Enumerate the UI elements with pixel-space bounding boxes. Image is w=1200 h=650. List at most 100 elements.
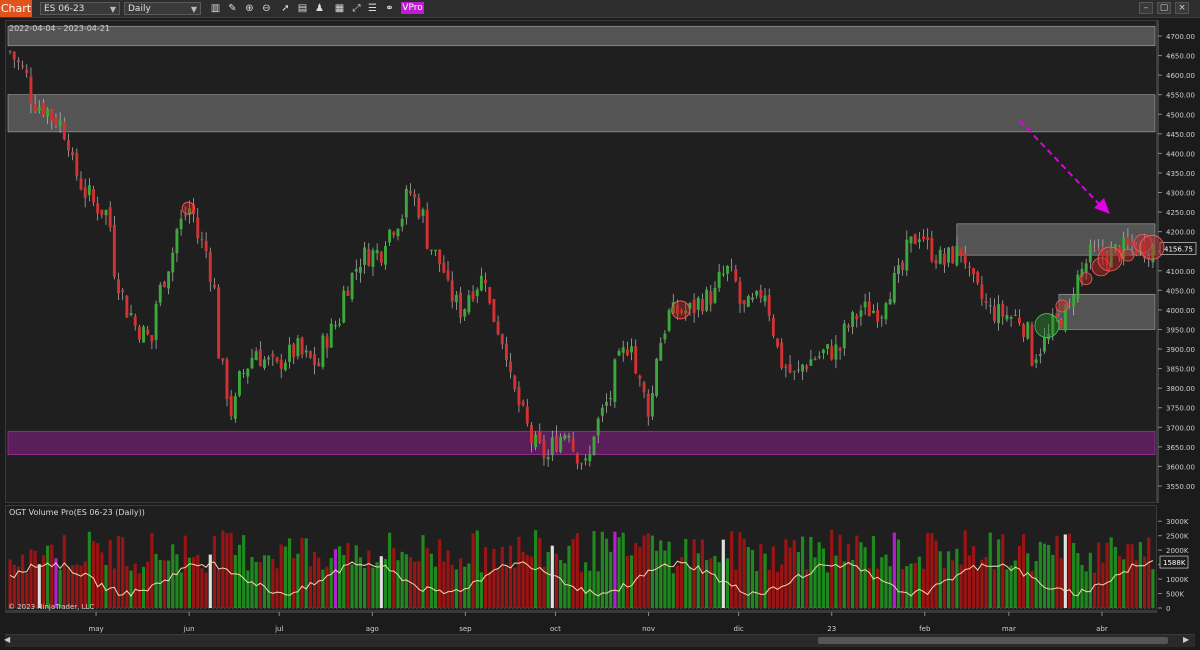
volume-bar — [104, 564, 108, 608]
volume-bar — [650, 535, 654, 608]
time-tick-label: ago — [366, 625, 379, 633]
candle-body — [1113, 244, 1117, 247]
candle-body — [592, 436, 596, 455]
candle-body — [726, 265, 729, 274]
candle-body — [534, 434, 538, 448]
volume-bar — [1072, 542, 1076, 608]
candle-body — [258, 349, 262, 367]
candle-body — [54, 117, 58, 126]
candle-body — [96, 203, 100, 214]
candle-body — [125, 295, 129, 318]
candle-body — [1126, 237, 1130, 245]
price-tick-label: 3550.00 — [1166, 483, 1195, 491]
volume-tick-label: 500K — [1166, 591, 1184, 599]
price-tick-label: 4650.00 — [1166, 53, 1195, 61]
candle-body — [817, 356, 821, 358]
candle-body — [75, 152, 79, 177]
candle-body — [12, 51, 16, 60]
candle-body — [213, 284, 216, 288]
volume-bar — [642, 535, 646, 608]
volume-bar — [271, 558, 275, 608]
last-price-label: 4156.75 — [1164, 246, 1193, 254]
volume-bar — [463, 566, 467, 608]
candle-body — [730, 266, 734, 268]
volume-bar — [538, 538, 542, 608]
volume-bar — [87, 531, 91, 608]
volume-bar — [834, 555, 838, 608]
candle-body — [275, 357, 279, 362]
volume-bar — [921, 568, 926, 608]
volume-bar — [166, 560, 171, 608]
volume-bar — [905, 566, 909, 608]
price-tick-label: 4350.00 — [1166, 170, 1195, 178]
volume-bar — [54, 558, 58, 608]
candle-body — [922, 236, 925, 240]
candle-body — [392, 232, 396, 235]
volume-bubble — [1097, 246, 1123, 272]
candle-body — [442, 262, 446, 273]
volume-bar — [212, 535, 217, 608]
time-tick-label: jun — [183, 625, 195, 633]
candle-body — [25, 69, 29, 74]
volume-bar — [755, 571, 759, 608]
volume-tick-label: 1000K — [1166, 576, 1189, 584]
candle-body — [980, 284, 984, 299]
candle-body — [67, 140, 70, 151]
candle-body — [62, 121, 66, 140]
volume-bar — [1097, 542, 1101, 608]
volume-bar — [471, 533, 475, 608]
candle-body — [308, 351, 312, 358]
price-tick-label: 4400.00 — [1166, 150, 1195, 158]
scrollbar-thumb[interactable] — [818, 637, 1168, 644]
candle-body — [396, 229, 400, 237]
candle-body — [655, 358, 659, 396]
candle-body — [367, 248, 371, 266]
candle-body — [776, 338, 779, 347]
volume-bar — [563, 563, 567, 608]
volume-bar — [521, 552, 525, 608]
price-tick-label: 4450.00 — [1166, 131, 1195, 139]
volume-bar — [1113, 546, 1117, 608]
candle-body — [242, 372, 246, 374]
candle-body — [542, 440, 546, 458]
volume-bar — [638, 547, 642, 608]
volume-bar — [942, 567, 946, 608]
volume-bar — [417, 561, 421, 608]
candle-body — [642, 382, 646, 393]
candle-body — [363, 247, 367, 265]
candle-body — [417, 197, 421, 218]
candle-body — [500, 334, 504, 345]
time-tick-label: feb — [919, 625, 931, 633]
volume-bar — [146, 561, 150, 608]
volume-bubble — [1055, 299, 1069, 313]
volume-bar — [1022, 534, 1026, 608]
candle-body — [1034, 359, 1038, 364]
volume-bar — [83, 561, 87, 608]
candle-body — [997, 304, 1001, 324]
volume-bar — [496, 568, 500, 608]
candle-body — [300, 337, 304, 355]
scroll-left-icon[interactable]: ◀ — [4, 635, 14, 645]
candle-body — [709, 291, 713, 305]
volume-bar — [575, 533, 579, 608]
candle-body — [41, 103, 45, 116]
volume-bar — [396, 560, 400, 608]
candle-body — [650, 393, 654, 417]
volume-bar — [667, 541, 671, 608]
scroll-right-icon[interactable]: ▶ — [1183, 635, 1193, 645]
price-tick-label: 3700.00 — [1166, 424, 1195, 432]
volume-bar — [617, 537, 621, 608]
candle-body — [830, 346, 834, 360]
candle-body — [1076, 274, 1080, 299]
candle-body — [959, 247, 963, 257]
candle-body — [317, 362, 321, 366]
time-tick-label: may — [88, 625, 103, 633]
candle-body — [963, 253, 967, 264]
candle-body — [859, 310, 863, 317]
candle-body — [801, 364, 805, 372]
candle-body — [838, 347, 842, 351]
candle-body — [555, 435, 558, 452]
volume-bar — [33, 550, 37, 608]
candle-body — [984, 300, 988, 303]
volume-bar — [976, 569, 980, 608]
